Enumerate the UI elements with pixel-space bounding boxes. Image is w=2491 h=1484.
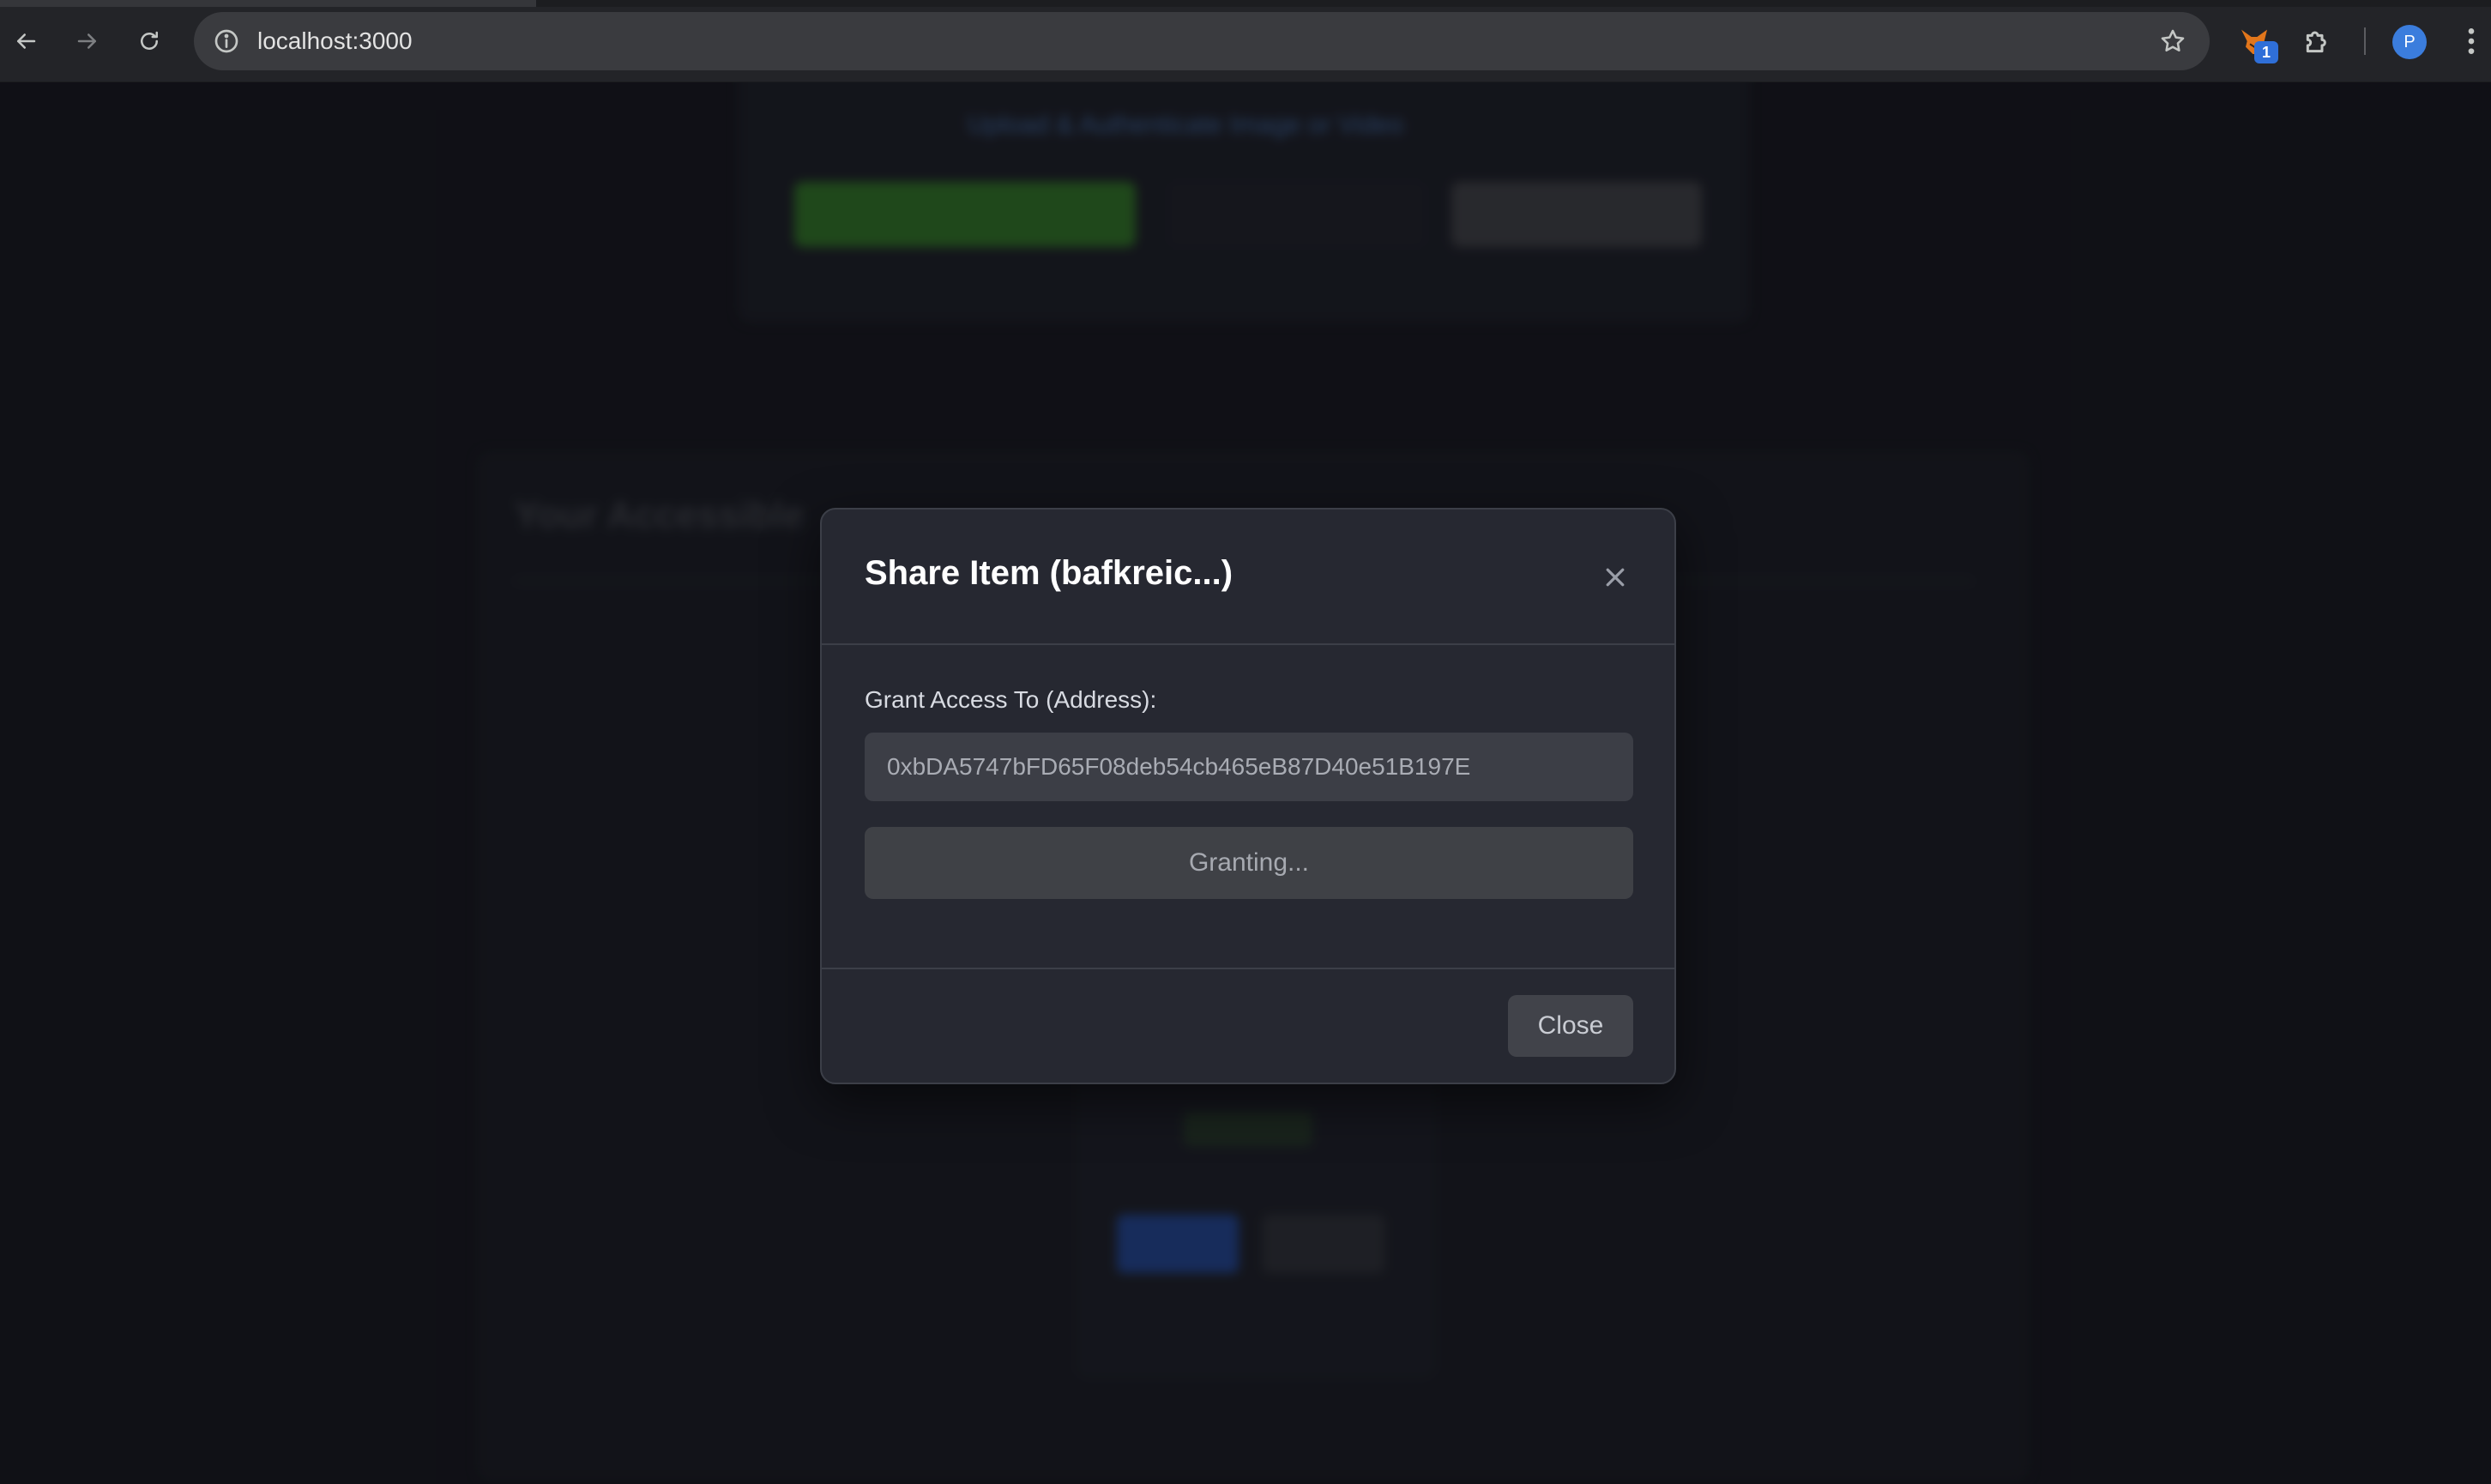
tab-strip (0, 0, 2491, 7)
address-bar[interactable]: localhost:3000 (194, 12, 2210, 70)
profile-avatar[interactable]: P (2392, 25, 2427, 59)
puzzle-icon[interactable] (2301, 24, 2335, 58)
close-button[interactable]: Close (1508, 995, 1633, 1057)
modal-footer: Close (822, 968, 1674, 1084)
arrow-left-icon (17, 33, 36, 49)
kebab-menu-icon[interactable] (2458, 24, 2484, 58)
modal-header: Share Item (bafkreic...) (822, 510, 1674, 645)
active-tab-indicator (0, 0, 536, 7)
modal-title: Share Item (bafkreic...) (865, 554, 1233, 592)
grant-access-label: Grant Access To (Address): (865, 686, 1157, 713)
arrow-right-icon (77, 33, 96, 49)
close-icon (1606, 568, 1625, 587)
browser-toolbar: localhost:3000 1 P (0, 0, 2491, 82)
extension-badge: 1 (2254, 41, 2278, 63)
reload-icon (141, 31, 158, 50)
info-icon[interactable] (213, 27, 240, 55)
close-icon-button[interactable] (1594, 556, 1637, 599)
url-text[interactable]: localhost:3000 (257, 12, 413, 70)
grant-button[interactable]: Granting... (865, 827, 1633, 899)
toolbar-divider (2364, 27, 2366, 55)
back-button[interactable] (7, 22, 45, 60)
reload-button[interactable] (130, 22, 168, 60)
forward-button[interactable] (69, 22, 106, 60)
share-item-modal: Share Item (bafkreic...) Grant Access To… (820, 508, 1676, 1084)
address-input[interactable] (865, 733, 1633, 801)
star-icon[interactable] (2158, 27, 2187, 56)
